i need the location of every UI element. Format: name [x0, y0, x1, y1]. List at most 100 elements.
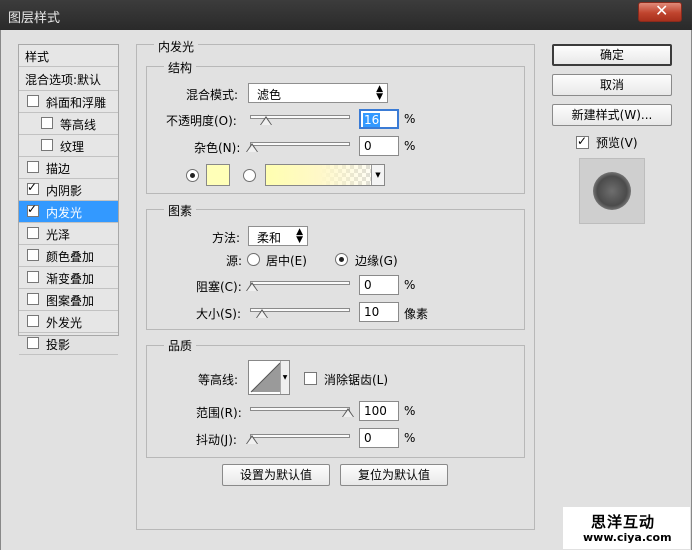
opacity-slider-thumb[interactable] — [260, 116, 272, 125]
style-checkbox[interactable] — [27, 95, 39, 107]
style-list-item-label: 描边 — [46, 162, 71, 176]
source-center-radio[interactable] — [247, 253, 260, 266]
style-list-item[interactable]: 图案叠加 — [19, 289, 118, 311]
checkmark-icon: ✓ — [27, 202, 38, 216]
style-checkbox[interactable] — [27, 315, 39, 327]
new-style-button[interactable]: 新建样式(W)... — [552, 104, 672, 126]
size-slider-thumb[interactable] — [256, 309, 268, 318]
dropdown-arrow-icon: ▼ — [280, 361, 289, 394]
antialias-checkbox[interactable] — [304, 372, 317, 385]
opacity-unit: % — [404, 112, 416, 126]
close-button[interactable]: ✕ — [638, 1, 682, 22]
style-list-item[interactable]: 描边 — [19, 157, 118, 179]
preview-label[interactable]: 预览(V) — [596, 134, 638, 151]
style-list-item-label: 斜面和浮雕 — [46, 96, 107, 110]
source-edge-label[interactable]: 边缘(G) — [355, 252, 398, 269]
range-slider-thumb[interactable] — [342, 408, 354, 417]
preview-checkbox[interactable]: ✓ — [576, 134, 589, 149]
close-icon: ✕ — [655, 1, 669, 20]
style-list-item[interactable]: 纹理 — [19, 135, 118, 157]
style-list-item-label: 内阴影 — [46, 184, 83, 198]
elements-title: 图素 — [164, 202, 197, 219]
technique-value: 柔和 — [257, 231, 282, 245]
reset-default-button[interactable]: 复位为默认值 — [340, 464, 448, 486]
checkmark-icon: ✓ — [577, 134, 588, 148]
style-list-item[interactable]: 渐变叠加 — [19, 267, 118, 289]
jitter-slider-thumb[interactable] — [246, 435, 258, 444]
style-checkbox[interactable] — [27, 161, 39, 173]
style-list-item[interactable]: 斜面和浮雕 — [19, 91, 118, 113]
dropdown-arrow-icon: ▼ — [371, 165, 384, 185]
opacity-label: 不透明度(O): — [166, 114, 237, 128]
style-list-item-label: 等高线 — [60, 118, 97, 132]
style-list-item-label: 图案叠加 — [46, 294, 95, 308]
style-list-item-label: 光泽 — [46, 228, 71, 242]
jitter-input[interactable]: 0 — [359, 428, 399, 448]
style-list-item[interactable]: 投影 — [19, 333, 118, 355]
cancel-button[interactable]: 取消 — [552, 74, 672, 96]
make-default-button[interactable]: 设置为默认值 — [222, 464, 330, 486]
style-checkbox[interactable] — [27, 293, 39, 305]
gradient-picker[interactable]: ▼ — [265, 164, 385, 186]
style-checkbox[interactable] — [41, 139, 53, 151]
opacity-input[interactable]: 16 — [359, 109, 399, 129]
source-edge-radio[interactable] — [335, 253, 348, 266]
noise-value: 0 — [364, 139, 372, 153]
style-list-item[interactable]: 外发光 — [19, 311, 118, 333]
style-checkbox[interactable] — [27, 271, 39, 283]
structure-title: 结构 — [164, 59, 197, 76]
style-checkbox[interactable] — [41, 117, 53, 129]
style-list-item-label: 渐变叠加 — [46, 272, 95, 286]
blend-mode-value: 滤色 — [257, 88, 282, 102]
style-checkbox[interactable]: ✓ — [27, 202, 39, 217]
style-checkbox[interactable] — [27, 249, 39, 261]
style-list-item[interactable]: ✓ 内发光 — [19, 201, 118, 223]
contour-picker[interactable]: ▼ — [248, 360, 290, 395]
blend-mode-select[interactable]: 滤色 ▲ ▼ — [248, 83, 388, 103]
style-list-header[interactable]: 样式 — [19, 45, 118, 67]
quality-title: 品质 — [164, 337, 197, 354]
style-list-item-label: 纹理 — [60, 140, 85, 154]
solid-color-radio[interactable] — [186, 169, 199, 182]
glow-color-swatch[interactable] — [206, 164, 230, 186]
style-checkbox[interactable] — [27, 227, 39, 239]
style-checkbox[interactable] — [27, 337, 39, 349]
size-input[interactable]: 10 — [359, 302, 399, 322]
choke-slider-thumb[interactable] — [246, 282, 258, 291]
window-title: 图层样式 — [8, 11, 61, 26]
size-label: 大小(S): — [196, 307, 242, 321]
ok-button[interactable]: 确定 — [552, 44, 672, 66]
watermark-line1: 思洋互动 — [591, 513, 656, 531]
style-list-item[interactable]: 等高线 — [19, 113, 118, 135]
style-list-item[interactable]: 颜色叠加 — [19, 245, 118, 267]
jitter-unit: % — [404, 431, 416, 445]
noise-slider-thumb[interactable] — [246, 143, 258, 152]
jitter-value: 0 — [364, 431, 372, 445]
technique-select[interactable]: 柔和 ▲ ▼ — [248, 226, 308, 246]
style-checkbox[interactable]: ✓ — [27, 180, 39, 195]
style-list-item[interactable]: ✓ 内阴影 — [19, 179, 118, 201]
range-input[interactable]: 100 — [359, 401, 399, 421]
antialias-label[interactable]: 消除锯齿(L) — [324, 371, 388, 388]
size-unit: 像素 — [404, 307, 429, 321]
choke-input[interactable]: 0 — [359, 275, 399, 295]
blend-options-item[interactable]: 混合选项:默认 — [19, 67, 118, 91]
blend-mode-label: 混合模式: — [186, 88, 239, 102]
choke-slider-track[interactable] — [250, 281, 350, 285]
range-slider-track[interactable] — [250, 407, 350, 411]
technique-label: 方法: — [212, 231, 241, 245]
gradient-radio[interactable] — [243, 169, 256, 182]
noise-slider-track[interactable] — [250, 142, 350, 146]
jitter-slider-track[interactable] — [250, 434, 350, 438]
source-center-label[interactable]: 居中(E) — [266, 252, 307, 269]
range-unit: % — [404, 404, 416, 418]
style-list-item-label: 内发光 — [46, 206, 83, 220]
style-list-header-label: 样式 — [25, 50, 50, 64]
range-label: 范围(R): — [196, 406, 242, 420]
style-list-item[interactable]: 光泽 — [19, 223, 118, 245]
style-list-item-label: 颜色叠加 — [46, 250, 95, 264]
noise-label: 杂色(N): — [194, 141, 241, 155]
choke-unit: % — [404, 278, 416, 292]
noise-input[interactable]: 0 — [359, 136, 399, 156]
watermark: 思洋互动 www.ciya.com — [563, 507, 690, 549]
